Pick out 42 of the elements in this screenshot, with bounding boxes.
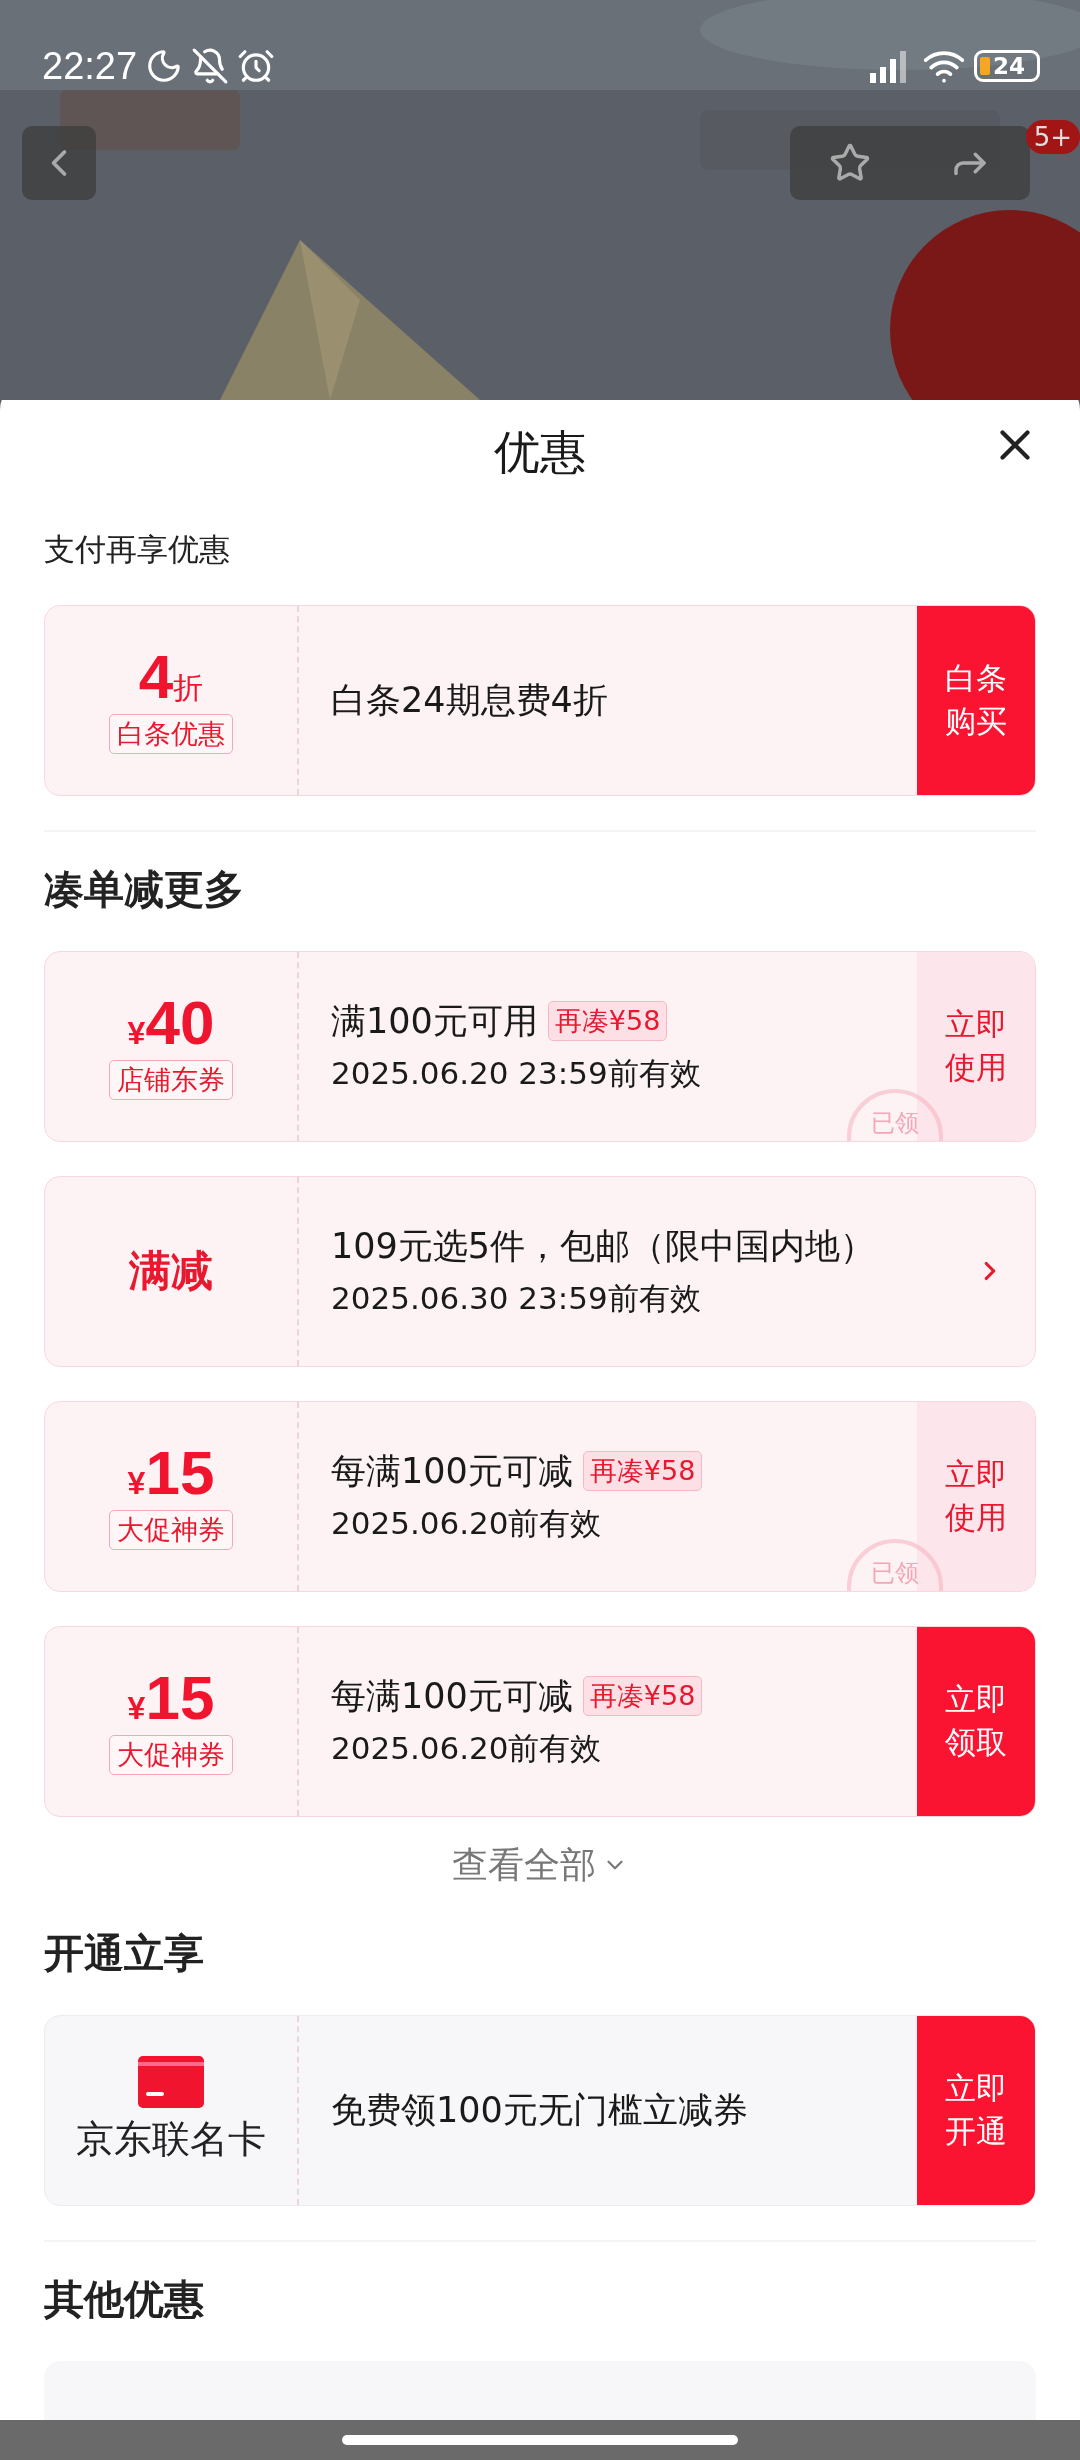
coupon-title: 免费领100元无门槛立减券 bbox=[331, 2088, 748, 2132]
action-button[interactable]: 白条购买 bbox=[917, 605, 1035, 795]
coupon-title: 每满100元可减 bbox=[331, 1674, 573, 1718]
coupon-tag: 白条优惠 bbox=[109, 714, 233, 755]
section-heading: 其他优惠 bbox=[44, 2274, 205, 2324]
section-heading: 开通立享 bbox=[44, 1928, 205, 1978]
action-button[interactable]: 立即领取 bbox=[917, 1626, 1035, 1816]
action-button[interactable]: 立即开通 bbox=[917, 2015, 1035, 2205]
validity-text: 2025.06.20前有效 bbox=[331, 1728, 603, 1768]
alarm-icon bbox=[237, 47, 276, 85]
card-name: 京东联名卡 bbox=[76, 2115, 266, 2163]
sheet-title: 优惠 bbox=[494, 424, 586, 482]
discount-value: 4折 bbox=[138, 646, 204, 709]
coupon-title: 满100元可用 bbox=[331, 999, 538, 1043]
shortfall-tag: 再凑¥58 bbox=[547, 1001, 668, 1042]
status-time: 22:27 bbox=[42, 44, 138, 88]
shortfall-tag: 再凑¥58 bbox=[582, 1451, 703, 1492]
coupon-amount: ¥15 bbox=[127, 1667, 215, 1730]
view-all-link[interactable]: 查看全部 bbox=[452, 1816, 628, 1896]
section-heading: 支付再享优惠 bbox=[44, 529, 231, 569]
bank-card-icon bbox=[138, 2055, 204, 2108]
coupon-tag: 大促神券 bbox=[109, 1735, 233, 1776]
shortfall-tag: 再凑¥58 bbox=[582, 1676, 703, 1717]
use-button[interactable]: 立即使用 bbox=[917, 1401, 1035, 1591]
coupon-amount: ¥15 bbox=[127, 1442, 215, 1505]
use-button[interactable]: 立即使用 bbox=[917, 951, 1035, 1141]
section-heading: 凑单减更多 bbox=[44, 864, 245, 914]
coupon-title: 109元选5件，包邮（限中国内地） bbox=[331, 1224, 876, 1268]
coupon-tag: 店铺东券 bbox=[109, 1060, 233, 1101]
validity-text: 2025.06.30 23:59前有效 bbox=[331, 1278, 702, 1318]
star-icon[interactable] bbox=[829, 142, 871, 184]
validity-text: 2025.06.20 23:59前有效 bbox=[331, 1053, 702, 1093]
count-badge: 5+ bbox=[1025, 120, 1080, 154]
coupon-title: 每满100元可减 bbox=[331, 1449, 573, 1493]
promo-type: 满减 bbox=[129, 1245, 213, 1298]
battery-icon: 24 bbox=[974, 50, 1040, 82]
back-button[interactable] bbox=[22, 126, 96, 200]
coupon-amount: ¥40 bbox=[127, 992, 215, 1055]
coupon-tag: 大促神券 bbox=[109, 1510, 233, 1551]
bell-off-icon bbox=[191, 47, 230, 85]
coupon-title: 白条24期息费4折 bbox=[331, 678, 608, 722]
validity-text: 2025.06.20前有效 bbox=[331, 1503, 603, 1543]
